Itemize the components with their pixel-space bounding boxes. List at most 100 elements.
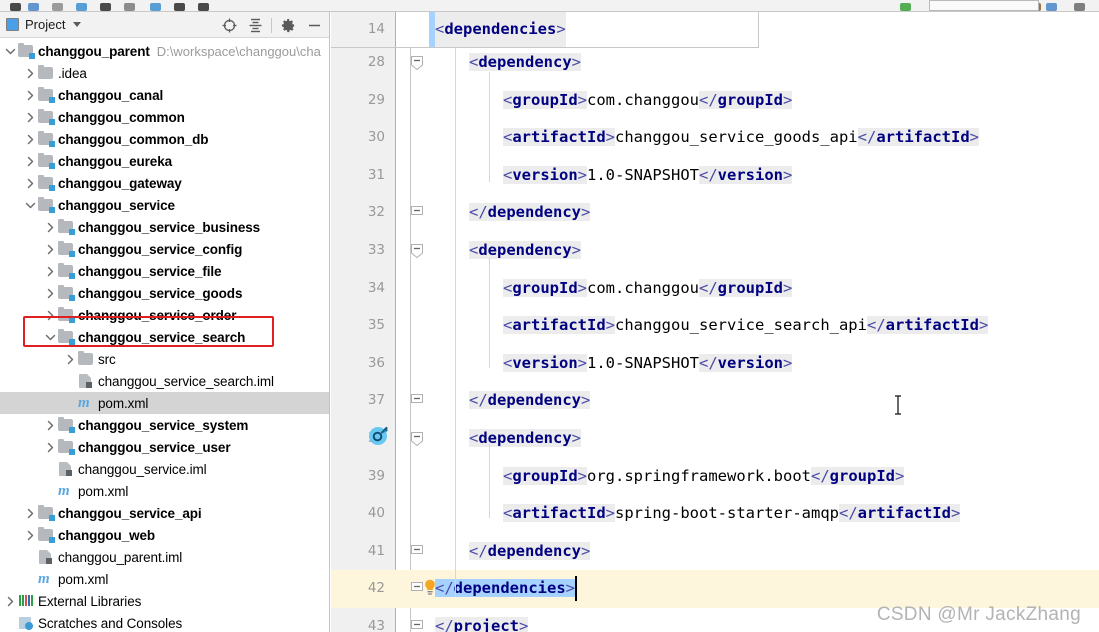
toolbar-icon[interactable]	[1046, 3, 1057, 11]
code-line-text[interactable]: <artifactId>changgou_service_search_api<…	[503, 307, 989, 345]
chevron-right-icon[interactable]	[24, 106, 37, 128]
toolbar-icon[interactable]	[76, 3, 87, 11]
code-line-text[interactable]: <dependency>	[469, 44, 582, 82]
chevron-right-icon[interactable]	[44, 282, 57, 304]
tree-item-changgou-service-search[interactable]: changgou_service_search	[0, 326, 329, 348]
toolbar-icon[interactable]	[10, 3, 21, 11]
tree-item-changgou-service-config[interactable]: changgou_service_config	[0, 238, 329, 260]
code-line[interactable]: 39 <groupId>org.springframework.boot</gro…	[331, 458, 1099, 496]
chevron-down-icon[interactable]	[4, 40, 17, 62]
toolbar-icon[interactable]	[1074, 3, 1085, 11]
chevron-right-icon[interactable]	[24, 502, 37, 524]
toolbar-icon[interactable]	[28, 3, 39, 11]
tree-item-changgou-web[interactable]: changgou_web	[0, 524, 329, 546]
tree-item-changgou-service-order[interactable]: changgou_service_order	[0, 304, 329, 326]
code-line[interactable]: 36 <version>1.0-SNAPSHOT</version>	[331, 345, 1099, 383]
chevron-right-icon[interactable]	[4, 590, 17, 612]
tree-item-changgou-parent[interactable]: changgou_parent D:\workspace\changgou\cha	[0, 40, 329, 62]
code-fold-toggle-icon[interactable]	[410, 393, 424, 407]
chevron-right-icon[interactable]	[44, 260, 57, 282]
code-line-text[interactable]: </dependencies>	[435, 570, 575, 608]
tree-item-changgou-common-db[interactable]: changgou_common_db	[0, 128, 329, 150]
code-lines[interactable]: 28 <dependency> 29 <groupId>com.changgou</g…	[331, 12, 1099, 632]
code-line-text[interactable]: <groupId>com.changgou</groupId>	[503, 82, 793, 120]
code-line-text[interactable]: <groupId>com.changgou</groupId>	[503, 270, 793, 308]
settings-gear-icon[interactable]	[275, 12, 301, 38]
toolbar-icon[interactable]	[100, 3, 111, 11]
code-line[interactable]: 34 <groupId>com.changgou</groupId>	[331, 270, 1099, 308]
tree-item-scratches-and-consoles[interactable]: Scratches and Consoles	[0, 612, 329, 632]
chevron-right-icon[interactable]	[44, 436, 57, 458]
tree-item-changgou-gateway[interactable]: changgou_gateway	[0, 172, 329, 194]
code-line[interactable]: 41 </dependency>	[331, 533, 1099, 571]
hide-icon[interactable]	[301, 12, 327, 38]
tree-item-changgou-service-business[interactable]: changgou_service_business	[0, 216, 329, 238]
code-line-text[interactable]: <version>1.0-SNAPSHOT</version>	[503, 157, 793, 195]
chevron-right-icon[interactable]	[24, 172, 37, 194]
tree-item-changgou-service-system[interactable]: changgou_service_system	[0, 414, 329, 436]
project-title-group[interactable]: Project	[0, 17, 82, 32]
code-line-text[interactable]: <artifactId>changgou_service_goods_api</…	[503, 119, 979, 157]
code-line-text[interactable]: </dependency>	[469, 382, 591, 420]
tree-item-changgou-service-search-iml[interactable]: changgou_service_search.iml	[0, 370, 329, 392]
code-line[interactable]: 30 <artifactId>changgou_service_goods_api…	[331, 119, 1099, 157]
maven-reload-icon[interactable]	[369, 426, 388, 445]
tree-item-pom-xml[interactable]: m pom.xml	[0, 392, 329, 414]
code-line[interactable]: 29 <groupId>com.changgou</groupId>	[331, 82, 1099, 120]
toolbar-icon[interactable]	[124, 3, 135, 11]
collapse-all-icon[interactable]	[242, 12, 268, 38]
chevron-right-icon[interactable]	[24, 62, 37, 84]
tree-item-changgou-common[interactable]: changgou_common	[0, 106, 329, 128]
toolbar-icon[interactable]	[198, 3, 209, 11]
code-line-text[interactable]: <groupId>org.springframework.boot</group…	[503, 458, 905, 496]
code-fold-toggle-icon[interactable]	[410, 544, 424, 558]
tree-item-changgou-service-user[interactable]: changgou_service_user	[0, 436, 329, 458]
code-line[interactable]: 37 </dependency>	[331, 382, 1099, 420]
code-fold-toggle-icon[interactable]	[410, 243, 424, 259]
chevron-right-icon[interactable]	[44, 216, 57, 238]
code-fold-toggle-icon[interactable]	[410, 431, 424, 447]
code-line[interactable]: 31 <version>1.0-SNAPSHOT</version>	[331, 157, 1099, 195]
tree-item-changgou-service-goods[interactable]: changgou_service_goods	[0, 282, 329, 304]
code-line[interactable]: 40 <artifactId>spring-boot-starter-amqp</…	[331, 495, 1099, 533]
tree-item-changgou-canal[interactable]: changgou_canal	[0, 84, 329, 106]
chevron-right-icon[interactable]	[44, 304, 57, 326]
chevron-right-icon[interactable]	[24, 524, 37, 546]
code-line-text[interactable]: <dependency>	[469, 420, 582, 458]
chevron-right-icon[interactable]	[24, 84, 37, 106]
tree-item-external-libraries[interactable]: External Libraries	[0, 590, 329, 612]
tree-item-changgou-parent-iml[interactable]: changgou_parent.iml	[0, 546, 329, 568]
scroll-from-source-icon[interactable]	[216, 12, 242, 38]
tree-item-changgou-service-file[interactable]: changgou_service_file	[0, 260, 329, 282]
code-fold-toggle-icon[interactable]	[410, 619, 424, 632]
code-line-text[interactable]: <dependency>	[469, 232, 582, 270]
tree-item-changgou-service-api[interactable]: changgou_service_api	[0, 502, 329, 524]
code-line-text[interactable]: <version>1.0-SNAPSHOT</version>	[503, 345, 793, 383]
code-line[interactable]: 38<dependency>	[331, 420, 1099, 458]
chevron-right-icon[interactable]	[24, 128, 37, 150]
toolbar-icon[interactable]	[150, 3, 161, 11]
code-editor[interactable]: 28 <dependency> 29 <groupId>com.changgou</g…	[331, 12, 1099, 632]
code-line[interactable]: 33 <dependency>	[331, 232, 1099, 270]
chevron-right-icon[interactable]	[64, 348, 77, 370]
lightbulb-icon[interactable]	[424, 579, 436, 596]
project-tree[interactable]: changgou_parent D:\workspace\changgou\cha…	[0, 38, 329, 632]
tree-item-changgou-service[interactable]: changgou_service	[0, 194, 329, 216]
code-line-text[interactable]: </project>	[435, 608, 529, 632]
tree-item-changgou-eureka[interactable]: changgou_eureka	[0, 150, 329, 172]
code-line-text[interactable]: <artifactId>spring-boot-starter-amqp</ar…	[503, 495, 961, 533]
tree-item-pom-xml[interactable]: m pom.xml	[0, 480, 329, 502]
code-line[interactable]: 35 <artifactId>changgou_service_search_ap…	[331, 307, 1099, 345]
chevron-right-icon[interactable]	[44, 238, 57, 260]
chevron-down-icon[interactable]	[73, 22, 82, 27]
sticky-scroll-header[interactable]: 14 <dependencies>	[331, 12, 759, 48]
chevron-right-icon[interactable]	[44, 414, 57, 436]
run-config-box[interactable]	[929, 0, 1039, 11]
toolbar-icon[interactable]	[900, 3, 911, 11]
code-line[interactable]: 42 </dependencies>	[331, 570, 1099, 608]
code-line[interactable]: 28 <dependency>	[331, 44, 1099, 82]
chevron-down-icon[interactable]	[24, 194, 37, 216]
tree-item-pom-xml[interactable]: m pom.xml	[0, 568, 329, 590]
chevron-right-icon[interactable]	[24, 150, 37, 172]
code-fold-toggle-icon[interactable]	[410, 55, 424, 71]
